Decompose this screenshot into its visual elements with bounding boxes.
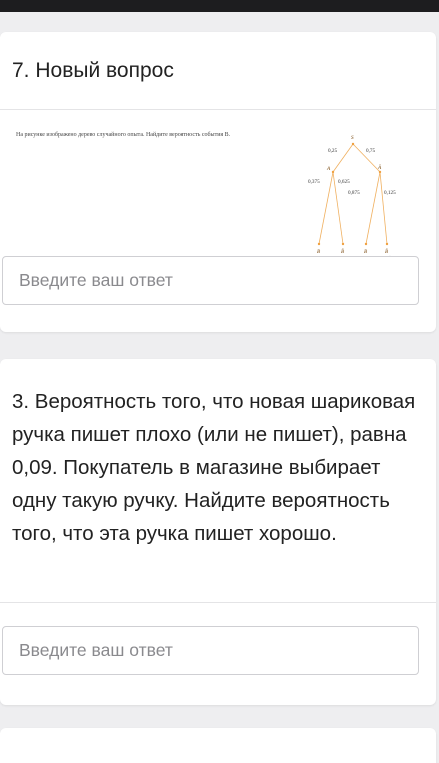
- problem-text: На рисунке изображено дерево случайного …: [16, 132, 231, 138]
- top-bar: [0, 0, 439, 12]
- node-label: B: [317, 249, 321, 255]
- node-label: A: [326, 166, 331, 172]
- question-card: 3. Вероятность того, что новая шариковая…: [0, 359, 436, 705]
- node-label: B̄: [385, 248, 389, 255]
- answer-input[interactable]: [2, 626, 419, 675]
- node-label: B̄: [341, 248, 345, 255]
- question-card: 7. Новый вопрос На рисунке изображено де…: [0, 32, 436, 332]
- node-label: Ā: [377, 164, 382, 171]
- node-label: B: [364, 249, 368, 255]
- problem-image: На рисунке изображено дерево случайного …: [14, 124, 424, 264]
- prob-label: 0,25: [328, 148, 337, 154]
- prob-label: 0,125: [384, 190, 396, 196]
- divider: [0, 109, 436, 110]
- prob-label: 0,875: [348, 190, 360, 196]
- probability-tree-diagram: S 0,25 0,75 A Ā 0,375 0,625 0,875 0,125 …: [308, 135, 396, 259]
- question-card-partial: [0, 728, 436, 763]
- prob-label: 0,75: [366, 148, 375, 154]
- node-root-label: S: [351, 135, 354, 141]
- question-title: 7. Новый вопрос: [12, 59, 174, 82]
- answer-input[interactable]: [2, 256, 419, 305]
- prob-label: 0,625: [338, 179, 350, 185]
- question-title: 3. Вероятность того, что новая шариковая…: [12, 390, 416, 545]
- prob-label: 0,375: [308, 179, 320, 185]
- divider: [0, 602, 436, 603]
